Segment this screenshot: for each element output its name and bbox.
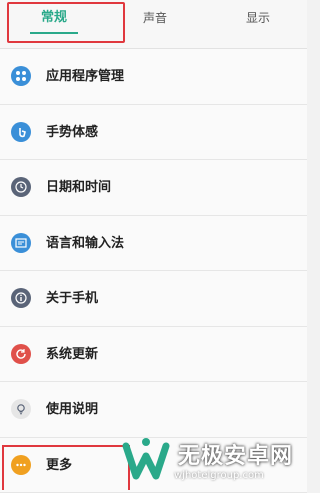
gesture-icon: [11, 122, 31, 142]
more-highlight-annotation: [2, 445, 130, 490]
bulb-icon: [11, 399, 31, 419]
clock-icon: [11, 177, 31, 197]
list-item-label: 关于手机: [46, 271, 98, 326]
update-icon: [11, 344, 31, 364]
settings-list: 应用程序管理 手势体感 日期和时间 语言和输入法 关于手机 系统更新 使用说: [0, 49, 307, 493]
tab-sound[interactable]: 声音: [115, 0, 195, 48]
list-item-label: 手势体感: [46, 105, 98, 160]
watermark: 无极安卓网 wjhotelgroup.com: [118, 430, 307, 490]
watermark-title: 无极安卓网: [178, 438, 293, 470]
tab-display[interactable]: 显示: [218, 0, 298, 48]
list-item-label: 语言和输入法: [46, 216, 124, 271]
info-icon: [11, 288, 31, 308]
list-item-system-update[interactable]: 系统更新: [0, 327, 307, 383]
tab-highlight-annotation: [7, 2, 125, 43]
list-item-app-management[interactable]: 应用程序管理: [0, 49, 307, 105]
list-item-language[interactable]: 语言和输入法: [0, 216, 307, 272]
language-icon: [11, 233, 31, 253]
list-item-label: 应用程序管理: [46, 49, 124, 104]
list-item-label: 日期和时间: [46, 160, 111, 215]
list-item-about-phone[interactable]: 关于手机: [0, 271, 307, 327]
list-item-label: 系统更新: [46, 327, 98, 382]
watermark-url: wjhotelgroup.com: [174, 470, 264, 481]
watermark-logo-icon: [120, 434, 172, 486]
apps-icon: [11, 66, 31, 86]
list-item-gesture[interactable]: 手势体感: [0, 105, 307, 161]
list-item-label: 使用说明: [46, 382, 98, 437]
list-item-date-time[interactable]: 日期和时间: [0, 160, 307, 216]
